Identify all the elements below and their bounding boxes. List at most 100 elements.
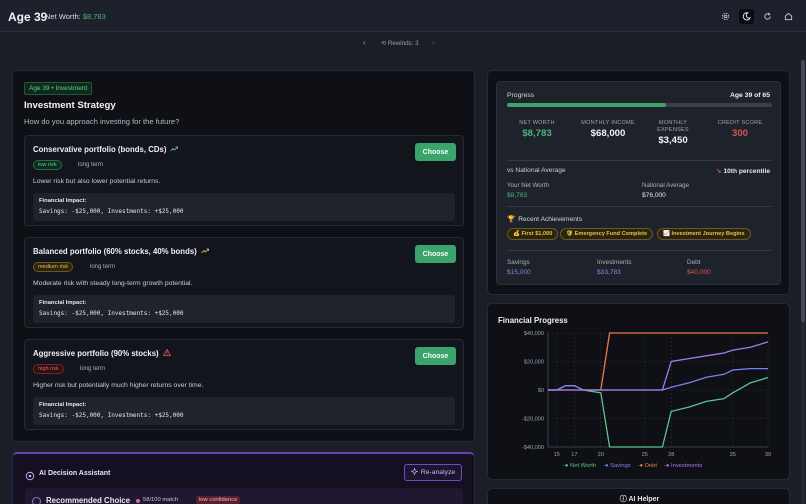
x-tick-label: 39 (765, 452, 771, 458)
your-net-worth-label: Your Net Worth (507, 182, 549, 189)
financial-impact: Financial Impact: Savings: -$25,000, Inv… (33, 295, 455, 323)
trend-up-icon (170, 145, 179, 154)
trophy-icon: 🏆 (507, 216, 516, 223)
option-title: Aggressive portfolio (90% stocks) (33, 348, 171, 358)
option-card-conservative: Conservative portfolio (bonds, CDs) low … (24, 135, 464, 226)
confidence-badge: low confidence (196, 496, 241, 504)
y-tick-label: $20,000 (524, 360, 544, 366)
scrollbar-thumb[interactable] (801, 60, 805, 322)
refresh-icon[interactable] (760, 9, 775, 24)
option-title: Balanced portfolio (60% stocks, 40% bond… (33, 247, 209, 256)
stat-label: MONTHLY INCOME (581, 120, 635, 126)
warning-icon (162, 348, 171, 358)
ai-helper-panel[interactable]: ⓘ AI Helper (487, 488, 790, 504)
financial-impact: Financial Impact: Savings: -$25,000, Inv… (33, 397, 455, 425)
achievement-badge: 🛡 Emergency Fund Complete (560, 228, 654, 240)
stat-label: CREDIT SCORE (717, 120, 763, 126)
impact-label: Financial Impact: (39, 198, 87, 204)
choose-button[interactable]: Choose (415, 143, 456, 161)
net-worth-label: Net Worth: (45, 12, 81, 21)
stat-value: $3,450 (658, 135, 688, 146)
divider (507, 250, 772, 251)
impact-value: Savings: -$25,000, Investments: +$25,000 (39, 310, 184, 317)
decision-question: How do you approach investing for the fu… (24, 117, 180, 126)
toolbar (718, 9, 796, 24)
savings-label: Savings (507, 259, 530, 266)
impact-value: Savings: -$25,000, Investments: +$25,000 (39, 412, 184, 419)
brain-icon (25, 468, 35, 486)
choose-button[interactable]: Choose (415, 245, 456, 263)
impact-value: Savings: -$25,000, Investments: +$25,000 (39, 208, 184, 215)
your-net-worth-value: $8,783 (507, 192, 528, 199)
stat-label: NET WORTH (519, 120, 555, 126)
rewind-prev-button[interactable]: ‹ (363, 38, 366, 47)
option-description: Lower risk but also lower potential retu… (33, 178, 161, 185)
recommended-title: Recommended Choice (46, 496, 131, 504)
sparkle-icon (409, 466, 419, 477)
national-average-label-2: National Average (642, 182, 690, 189)
trend-down-icon: ↘ (715, 168, 722, 175)
ai-assistant-title: AI Decision Assistant (39, 470, 111, 477)
legend-item: -● Savings (603, 463, 631, 469)
moon-icon[interactable] (739, 9, 754, 24)
stat-credit-score: CREDIT SCORE 300 (707, 120, 773, 139)
y-tick-label: -$20,000 (522, 417, 544, 423)
ai-helper-title: ⓘ AI Helper (619, 496, 660, 503)
investments-label: Investments (597, 259, 632, 266)
savings-value: $15,000 (507, 269, 531, 276)
impact-label: Financial Impact: (39, 300, 87, 306)
stat-value: $8,783 (522, 128, 552, 139)
ai-assistant-panel: AI Decision Assistant Re-analyze Recomme… (12, 452, 475, 504)
progress-card: Progress Age 39 of 65 NET WORTH $8,783 M… (496, 81, 781, 285)
rewind-next-button[interactable]: › (432, 38, 435, 47)
choose-button[interactable]: Choose (415, 347, 456, 365)
term-label: long term (80, 366, 106, 372)
gear-icon[interactable] (718, 9, 733, 24)
achievement-badge: 💰 First $1,000 (507, 228, 559, 240)
risk-badge: high risk (33, 364, 64, 374)
percentile: ↘ 10th percentile (715, 168, 770, 175)
chart-legend: -● Net Worth -● Savings -● Debt -● Investme… (563, 463, 702, 469)
decision-badge: Age 39 • Investment (24, 82, 93, 95)
progress-panel: Progress Age 39 of 65 NET WORTH $8,783 M… (487, 70, 790, 295)
option-title: Conservative portfolio (bonds, CDs) (33, 145, 179, 154)
rewind-bar: ‹ ⟲ Rewinds: 3 › (0, 38, 806, 50)
net-worth-value: $8,783 (82, 12, 106, 21)
legend-item: -● Debt (637, 463, 657, 469)
legend-item: -● Net Worth (563, 463, 597, 469)
term-label: long term (78, 162, 104, 168)
legend-item: -● Investments (664, 463, 703, 469)
home-icon[interactable] (781, 9, 796, 24)
x-tick-label: 15 (554, 452, 560, 458)
divider (507, 160, 772, 161)
rewind-count: ⟲ Rewinds: 3 (381, 40, 419, 47)
top-bar: Age 39 Net Worth: $8,783 (0, 0, 806, 32)
recommended-choice: Recommended Choice 58/100 match low conf… (25, 488, 463, 504)
impact-label: Financial Impact: (39, 402, 87, 408)
target-icon (32, 497, 41, 504)
stat-value: $68,000 (590, 128, 626, 139)
re-analyze-button[interactable]: Re-analyze (404, 464, 462, 481)
x-tick-label: 28 (668, 452, 674, 458)
option-card-aggressive: Aggressive portfolio (90% stocks) high r… (24, 339, 464, 430)
decision-title: Investment Strategy (24, 100, 116, 111)
national-average-value: $76,000 (642, 192, 666, 199)
y-tick-label: $0 (538, 388, 544, 394)
series-line-net-worth (548, 376, 769, 448)
y-tick-label: -$40,000 (522, 445, 544, 451)
financial-progress-panel: Financial Progress $40,000 $20,000 $0 -$20,… (487, 303, 790, 480)
progress-bar-fill (507, 103, 666, 107)
stat-net-worth: NET WORTH $8,783 (504, 120, 570, 139)
x-tick-label: 35 (730, 452, 736, 458)
stat-value: 300 (731, 128, 748, 139)
option-description: Higher risk but potentially much higher … (33, 382, 204, 389)
series-line-savings (548, 367, 768, 391)
option-card-balanced: Balanced portfolio (60% stocks, 40% bond… (24, 237, 464, 328)
stat-monthly-income: MONTHLY INCOME $68,000 (575, 120, 641, 139)
term-label: long term (90, 264, 116, 270)
match-score: 58/100 match (143, 497, 179, 503)
risk-badge: medium risk (33, 262, 74, 272)
y-tick-label: $40,000 (524, 331, 544, 337)
progress-label: Progress (507, 92, 535, 99)
divider (507, 206, 772, 207)
